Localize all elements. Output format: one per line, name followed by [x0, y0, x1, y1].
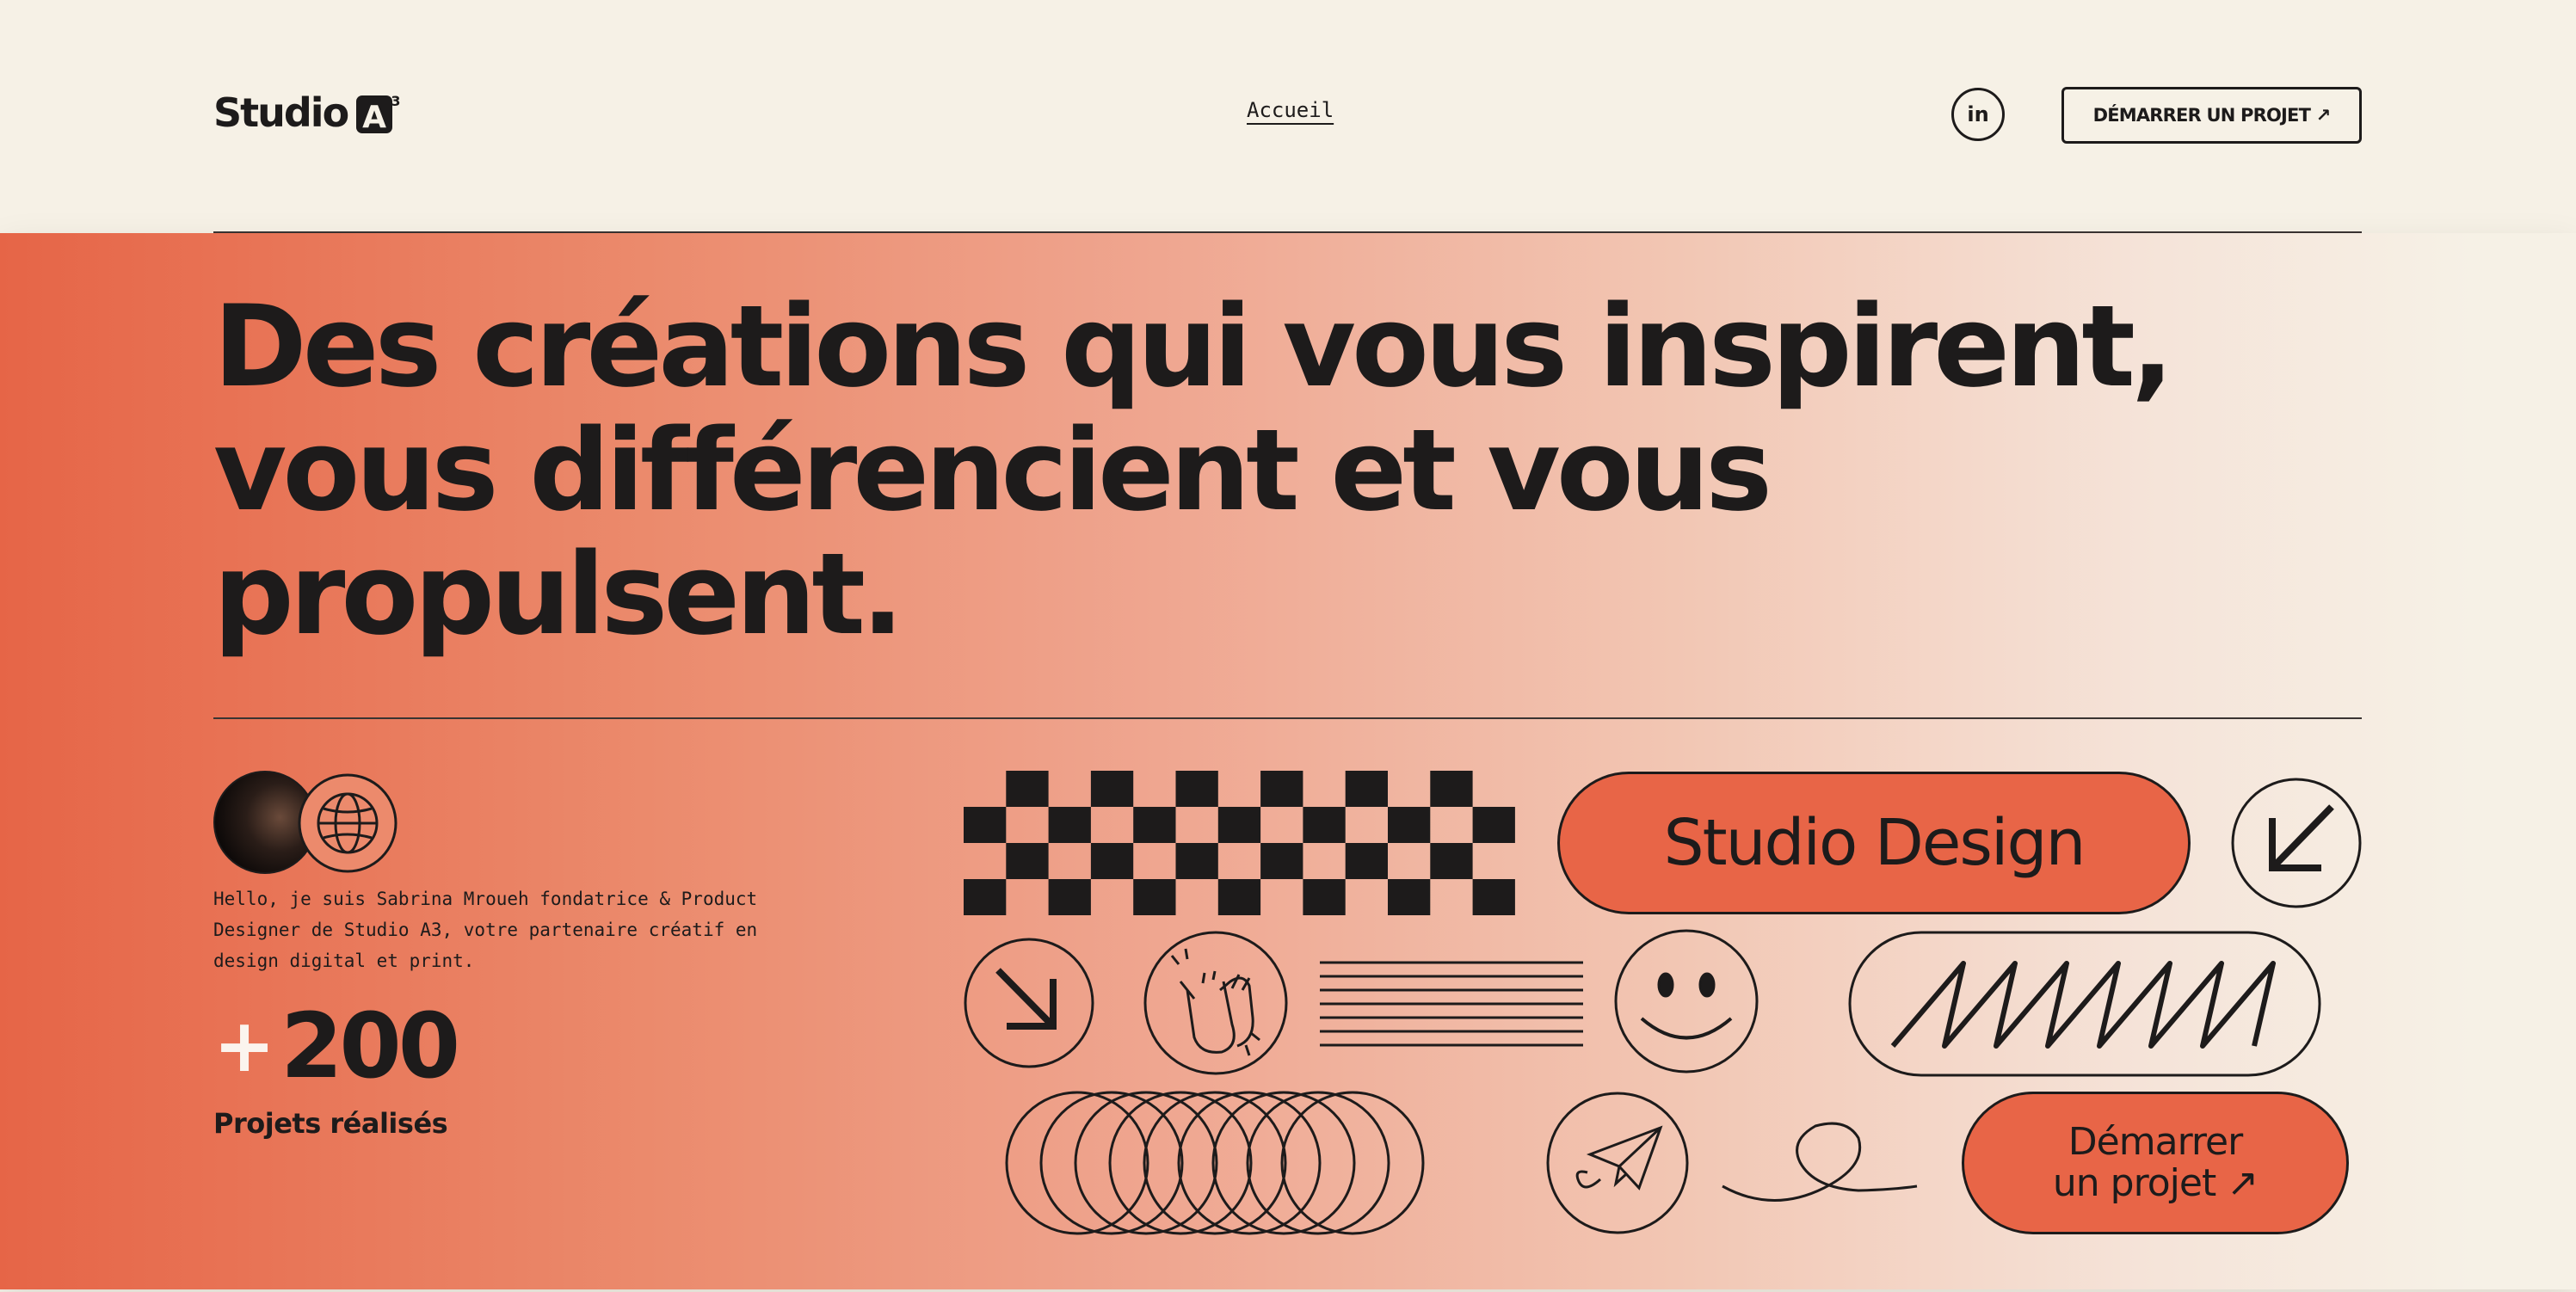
zigzag-pattern — [1848, 931, 2321, 1077]
start-project-button[interactable]: DÉMARRER UN PROJET ↗ — [2061, 87, 2362, 144]
paper-plane-icon — [1546, 1092, 1689, 1234]
overlapping-circles-pattern — [1005, 1091, 1425, 1235]
logo-text: Studio — [213, 89, 349, 136]
start-pill-line2: un projet ↗ — [2052, 1161, 2259, 1205]
arrow-down-left-icon — [2231, 778, 2362, 908]
start-project-pill-button[interactable]: Démarrer un projet ↗ — [1962, 1092, 2349, 1234]
start-pill-line1: Démarrer — [2068, 1120, 2243, 1164]
loop-squiggle — [1722, 1122, 1918, 1202]
horizontal-lines-pattern — [1320, 961, 1583, 1047]
clapping-hands-icon — [1143, 931, 1288, 1075]
hero-section: Des créations qui vous inspirent, vous d… — [0, 233, 2576, 1289]
linkedin-button[interactable]: in — [1951, 88, 2005, 141]
svg-text:A: A — [362, 100, 386, 135]
logo-mark-icon: A 3 — [356, 93, 401, 135]
linkedin-icon: in — [1967, 102, 1989, 126]
svg-text:3: 3 — [391, 93, 401, 109]
nav-link-accueil[interactable]: Accueil — [1247, 98, 1334, 122]
smiley-icon — [1614, 929, 1759, 1074]
logo[interactable]: Studio A 3 — [213, 89, 401, 136]
site-header: Studio A 3 Accueil in DÉMARRER UN PROJET… — [0, 0, 2576, 232]
arrow-down-right-icon — [964, 938, 1094, 1068]
checkerboard-pattern — [964, 771, 1515, 915]
studio-design-badge: Studio Design — [1557, 772, 2191, 914]
